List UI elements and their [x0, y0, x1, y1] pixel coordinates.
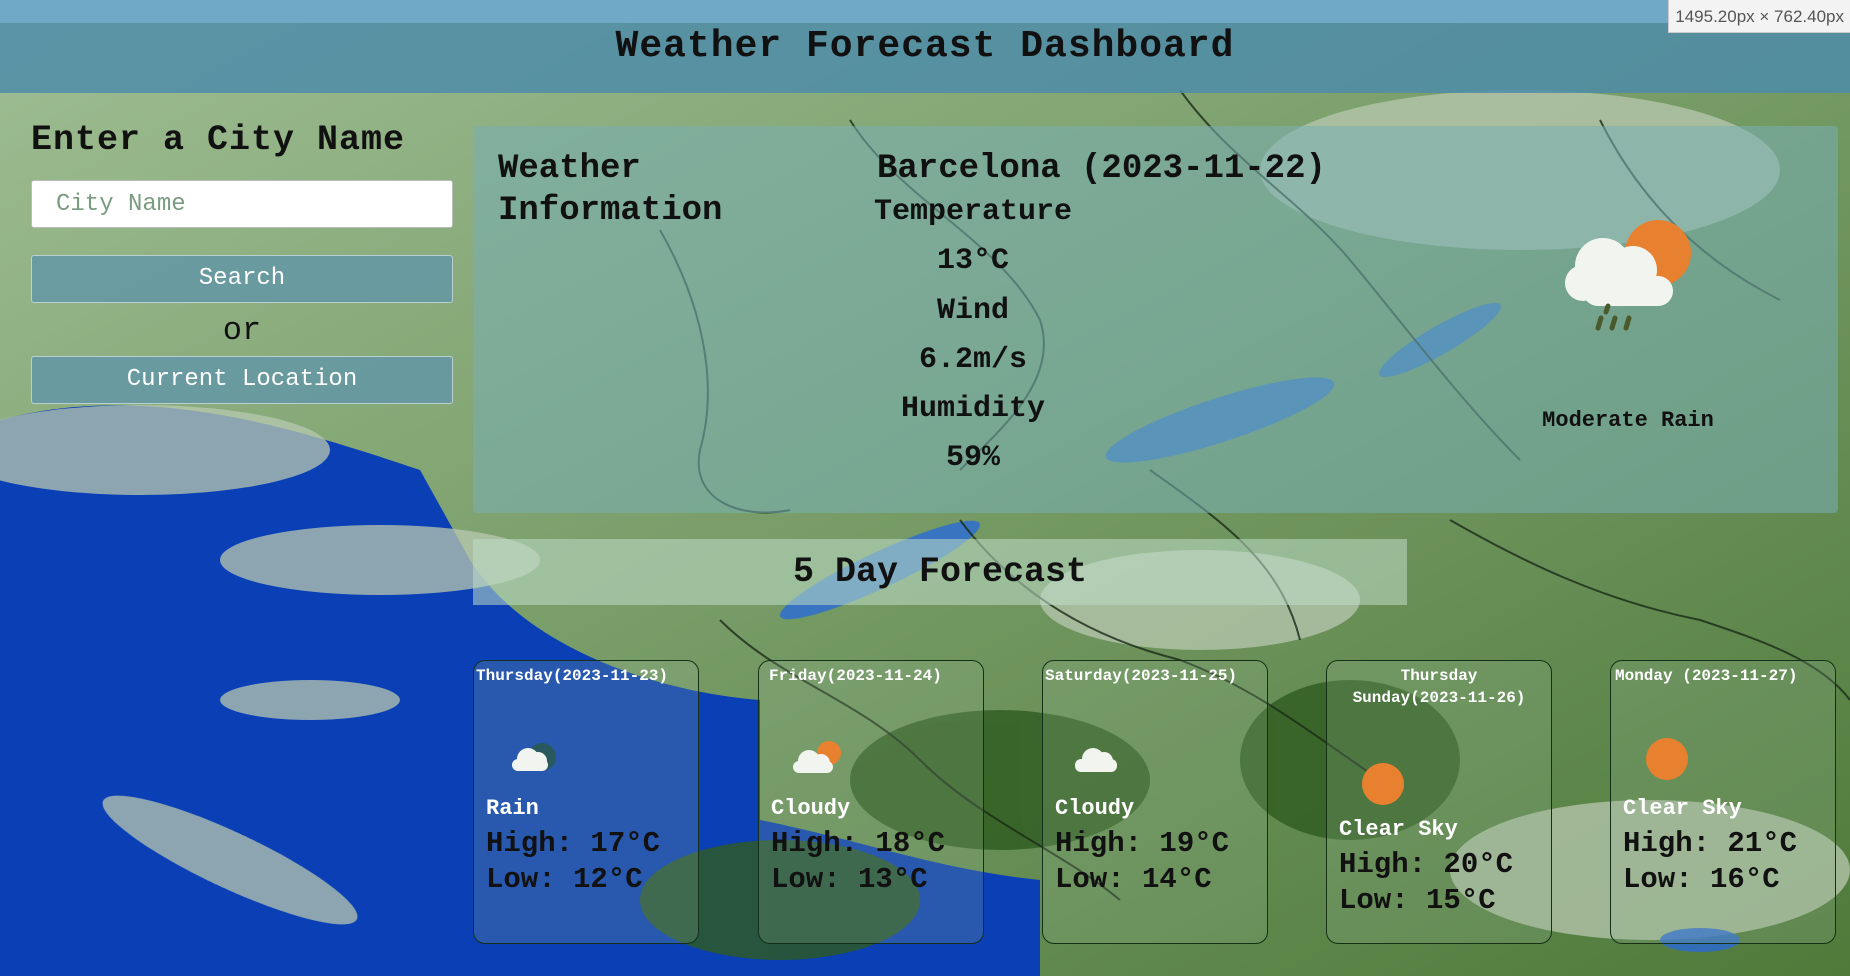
- wind-label: Wind: [936, 294, 1009, 328]
- sun-icon: [1362, 763, 1404, 805]
- city-date: Barcelona (2023-11-22): [877, 150, 1326, 188]
- humidity-value: 59%: [945, 441, 1000, 475]
- forecast-low: Low: 15°C: [1339, 884, 1496, 917]
- temperature-label: Temperature: [873, 195, 1073, 229]
- forecast-day: Thursday(2023-11-23): [476, 667, 669, 685]
- forecast-high: High: 20°C: [1339, 848, 1514, 881]
- forecast-card: Saturday(2023-11-25) Cloudy High: 19°C L…: [1042, 660, 1268, 944]
- forecast-low: Low: 13°C: [771, 863, 928, 896]
- cloud-icon: [1075, 748, 1117, 772]
- forecast-desc: Clear Sky: [1339, 817, 1458, 842]
- forecast-low: Low: 12°C: [486, 863, 643, 896]
- forecast-low: Low: 16°C: [1623, 863, 1780, 896]
- wind-value: 6.2m/s: [918, 343, 1028, 377]
- cloud-rain-icon: [512, 743, 556, 771]
- forecast-desc: Clear Sky: [1623, 796, 1742, 821]
- browser-top-strip: [0, 0, 1850, 23]
- forecast-day: Thursday Sunday(2023-11-26): [1352, 667, 1526, 707]
- viewport-size-readout: 1495.20px × 762.40px: [1668, 0, 1850, 33]
- dashboard-header: Weather Forecast Dashboard: [0, 23, 1850, 93]
- weather-description: Moderate Rain: [1542, 408, 1714, 433]
- forecast-card: Thursday Sunday(2023-11-26) Clear Sky Hi…: [1326, 660, 1552, 944]
- cloud-sun-rain-icon: [1565, 220, 1691, 331]
- forecast-high: High: 21°C: [1623, 827, 1798, 860]
- forecast-day: Monday (2023-11-27): [1615, 667, 1798, 685]
- forecast-desc: Cloudy: [771, 796, 851, 821]
- forecast-low: Low: 14°C: [1055, 863, 1212, 896]
- page-title: Weather Forecast Dashboard: [615, 25, 1235, 68]
- forecast-high: High: 17°C: [486, 827, 661, 860]
- temperature-value: 13°C: [936, 244, 1009, 278]
- cloud-sun-icon: [793, 741, 841, 773]
- current-weather-panel: Weather Information Barcelona (2023-11-2…: [473, 126, 1838, 513]
- forecast-card: Friday(2023-11-24) Cloudy High: 18°C Low…: [758, 660, 984, 944]
- forecast-high: High: 18°C: [771, 827, 946, 860]
- city-search-sidebar: Enter a City Name Search or Current Loca…: [31, 120, 455, 404]
- sun-icon: [1646, 738, 1688, 780]
- forecast-high: High: 19°C: [1055, 827, 1230, 860]
- forecast-card: Thursday(2023-11-23) Rain High: 17°C Low…: [473, 660, 699, 944]
- sidebar-heading: Enter a City Name: [31, 120, 406, 160]
- forecast-desc: Cloudy: [1055, 796, 1135, 821]
- forecast-day: Friday(2023-11-24): [769, 667, 942, 685]
- forecast-card: Monday (2023-11-27) Clear Sky High: 21°C…: [1610, 660, 1836, 944]
- forecast-day: Saturday(2023-11-25): [1045, 667, 1238, 685]
- humidity-label: Humidity: [900, 392, 1046, 426]
- forecast-title: 5 Day Forecast: [473, 539, 1407, 605]
- forecast-desc: Rain: [486, 796, 539, 821]
